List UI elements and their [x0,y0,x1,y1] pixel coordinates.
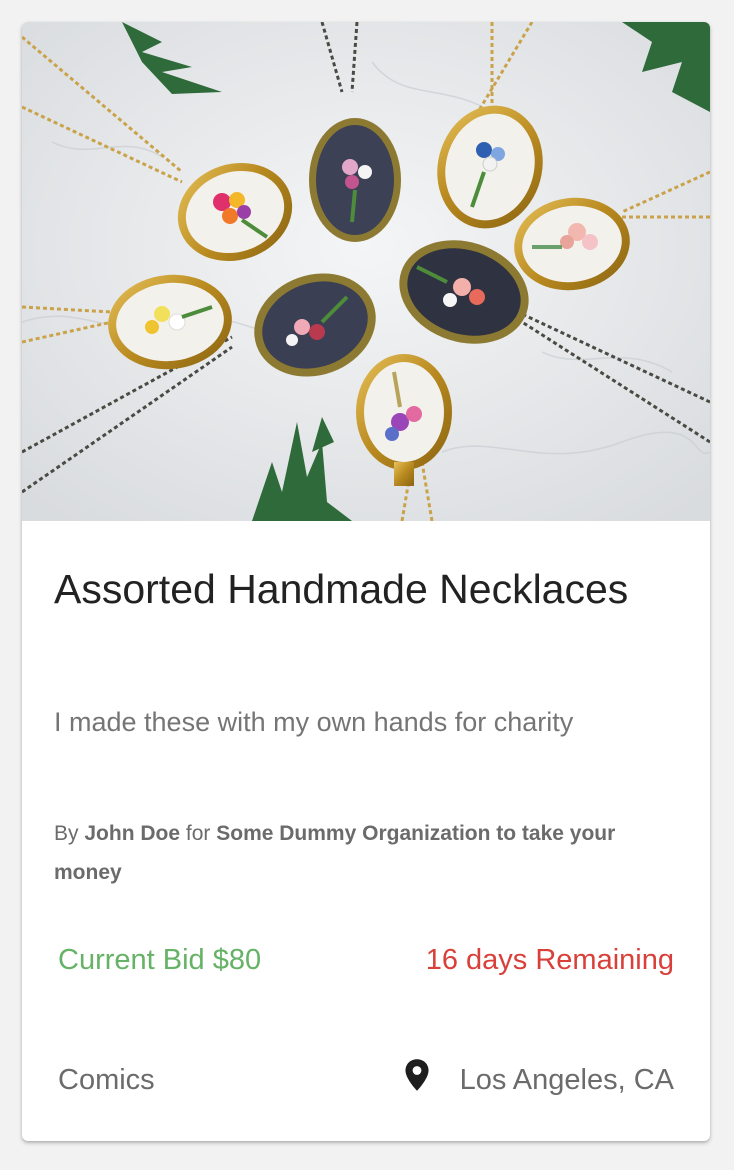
byline-prefix: By [54,822,79,845]
time-remaining: 16 days Remaining [425,944,674,976]
listing-card[interactable]: Assorted Handmade Necklaces I made these… [22,22,710,1141]
listing-description: I made these with my own hands for chari… [54,707,574,737]
location: Los Angeles, CA [402,1058,674,1102]
necklaces-photo [22,22,710,521]
current-bid: Current Bid $80 [58,944,262,976]
listing-title[interactable]: Assorted Handmade Necklaces [54,557,674,621]
map-pin-icon [405,1059,429,1091]
category-label[interactable]: Comics [58,1058,155,1102]
byline-connector: for [185,822,211,845]
listing-byline: By John Doe for Some Dummy Organization … [54,814,674,892]
location-label: Los Angeles, CA [459,1064,674,1096]
listing-image[interactable] [22,22,710,521]
author-name[interactable]: John Doe [84,822,180,845]
